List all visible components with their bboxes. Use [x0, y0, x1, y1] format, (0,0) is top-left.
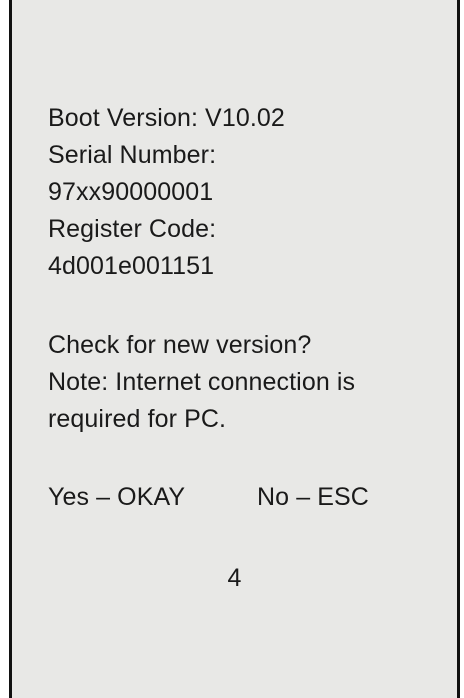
yes-okay-option[interactable]: Yes – OKAY — [48, 482, 185, 512]
page-number: 4 — [227, 564, 242, 592]
boot-version-text: Boot Version: V10.02 — [48, 104, 285, 132]
serial-number-label: Serial Number: — [48, 141, 217, 169]
device-screen: Boot Version: V10.02 Serial Number: 97xx… — [9, 0, 460, 698]
note-line-1: Note: Internet connection is — [48, 368, 356, 396]
no-esc-option[interactable]: No – ESC — [257, 482, 369, 512]
register-code-value: 4d001e001151 — [48, 252, 215, 280]
update-question: Check for new version? — [48, 331, 312, 359]
serial-number-value: 97xx90000001 — [48, 178, 214, 206]
note-line-2: required for PC. — [48, 405, 227, 433]
register-code-label: Register Code: — [48, 215, 217, 243]
